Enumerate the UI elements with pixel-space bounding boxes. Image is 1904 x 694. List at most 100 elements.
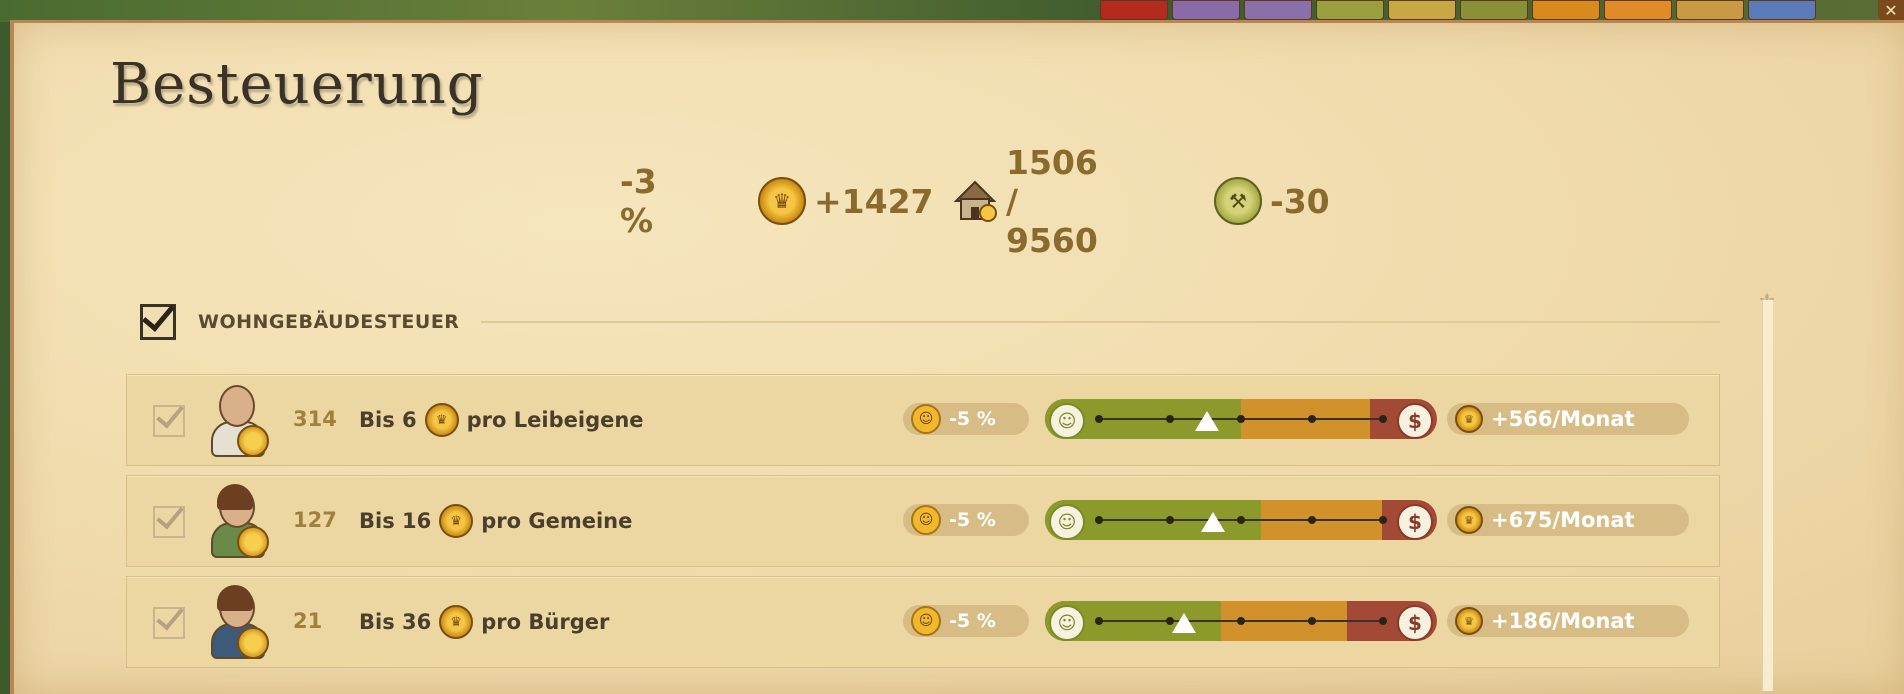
- slider-notch: [1095, 516, 1103, 524]
- peasant-avatar: [207, 383, 269, 457]
- section-header: WOHNGEBÄUDESTEUER: [140, 304, 1720, 340]
- population-count: 127: [293, 508, 337, 532]
- toolbar-icon-9[interactable]: [1676, 0, 1744, 20]
- gold-coin-icon: ♛: [439, 504, 474, 538]
- slider-notch: [1379, 415, 1387, 423]
- tax-row-peasants: 314 Bis 6 ♛ pro Leibeigene ☺ -5 % ☺ $ ♛ …: [126, 374, 1720, 466]
- housing-value: 1506 / 9560: [1006, 142, 1098, 260]
- smile-button-icon[interactable]: ☺: [1049, 605, 1085, 641]
- mood-value: -5 %: [949, 408, 996, 430]
- slider-notch: [1308, 415, 1316, 423]
- scrollbar[interactable]: [1762, 300, 1773, 691]
- mood-badge: ☺ -5 %: [903, 504, 1029, 536]
- income-badge: ♛ +186/Monat: [1447, 605, 1689, 637]
- toolbar-icon-3[interactable]: [1244, 0, 1312, 20]
- dollar-button-icon[interactable]: $: [1397, 504, 1433, 540]
- tax-amount: Bis 6: [359, 408, 417, 432]
- mood-badge: ☺ -5 %: [903, 403, 1029, 435]
- row-checkbox[interactable]: [153, 405, 185, 437]
- toolbar-icon-6[interactable]: [1460, 0, 1528, 20]
- tax-description: Bis 16 ♛ pro Gemeine: [359, 504, 632, 538]
- income-value: +675/Monat: [1491, 508, 1635, 532]
- smile-button-icon[interactable]: ☺: [1049, 504, 1085, 540]
- slider-notch: [1095, 617, 1103, 625]
- slider-notch: [1237, 415, 1245, 423]
- income-value: +566/Monat: [1491, 407, 1635, 431]
- tax-amount: Bis 16: [359, 509, 432, 533]
- slider-notch: [1379, 516, 1387, 524]
- section-checkbox[interactable]: [140, 304, 176, 340]
- mood-value: -5 %: [949, 509, 996, 531]
- gold-income-total: ♛ +1427: [758, 177, 934, 225]
- income-badge: ♛ +566/Monat: [1447, 403, 1689, 435]
- citizen-avatar: [207, 585, 269, 659]
- toolbar-icon-2[interactable]: [1172, 0, 1240, 20]
- happiness-total: ⚒ -30: [1214, 177, 1330, 225]
- coin-badge-icon: [237, 425, 269, 457]
- tax-class: pro Leibeigene: [466, 408, 644, 432]
- avatar-hair: [217, 484, 253, 510]
- slider-notch: [1237, 516, 1245, 524]
- slider-notch: [1308, 516, 1316, 524]
- toolbar-icon-10[interactable]: [1748, 0, 1816, 20]
- gold-coin-icon: ♛: [439, 605, 474, 639]
- smiley-icon: ☺: [911, 404, 941, 434]
- tax-class: pro Bürger: [481, 610, 610, 634]
- tax-row-citizens: 21 Bis 36 ♛ pro Bürger ☺ -5 % ☺ $ ♛ +186…: [126, 576, 1720, 668]
- avatar-head: [219, 385, 255, 427]
- slider-thumb[interactable]: [1200, 512, 1225, 532]
- slider-thumb[interactable]: [1172, 613, 1197, 633]
- slider-notch: [1166, 415, 1174, 423]
- slider-notch: [1308, 617, 1316, 625]
- mood-badge: ☺ -5 %: [903, 605, 1029, 637]
- house-icon: [952, 179, 998, 223]
- close-icon[interactable]: ✕: [1878, 0, 1904, 22]
- population-count: 21: [293, 609, 323, 633]
- gold-income-value: +1427: [814, 181, 934, 221]
- tax-slider[interactable]: ☺ $: [1045, 500, 1437, 540]
- tax-slider[interactable]: ☺ $: [1045, 399, 1437, 439]
- coin-badge-icon: [237, 526, 269, 558]
- tax-description: Bis 36 ♛ pro Bürger: [359, 605, 609, 639]
- income-value: +186/Monat: [1491, 609, 1635, 633]
- tax-row-commoners: 127 Bis 16 ♛ pro Gemeine ☺ -5 % ☺ $ ♛ +6…: [126, 475, 1720, 567]
- row-checkbox[interactable]: [153, 506, 185, 538]
- avatar-hair: [217, 585, 253, 611]
- commoner-avatar: [207, 484, 269, 558]
- smiley-icon: ☺: [911, 505, 941, 535]
- gold-coin-icon: ♛: [424, 403, 459, 437]
- section-label: WOHNGEBÄUDESTEUER: [198, 311, 460, 333]
- smiley-icon: ☺: [911, 606, 941, 636]
- slider-notch: [1166, 516, 1174, 524]
- tax-rate-total: -3 %: [620, 162, 657, 240]
- slider-notch: [1379, 617, 1387, 625]
- smile-button-icon[interactable]: ☺: [1049, 403, 1085, 439]
- slider-thumb[interactable]: [1194, 411, 1219, 431]
- housing-total: 1506 / 9560: [952, 143, 1098, 260]
- tax-rate-value: -3 %: [620, 162, 657, 240]
- toolbar-icon-4[interactable]: [1316, 0, 1384, 20]
- gold-coin-icon: ♛: [758, 177, 806, 225]
- population-count: 314: [293, 407, 337, 431]
- dollar-button-icon[interactable]: $: [1397, 403, 1433, 439]
- toolbar-icon-5[interactable]: [1388, 0, 1456, 20]
- tax-slider[interactable]: ☺ $: [1045, 601, 1437, 641]
- mood-value: -5 %: [949, 610, 996, 632]
- toolbar-icon-8[interactable]: [1604, 0, 1672, 20]
- top-toolbar: [1100, 0, 1816, 20]
- gold-coin-icon: ♛: [1455, 506, 1483, 534]
- slider-notch: [1095, 415, 1103, 423]
- section-divider: [481, 321, 1720, 323]
- toolbar-icon-1[interactable]: [1100, 0, 1168, 20]
- dollar-button-icon[interactable]: $: [1397, 605, 1433, 641]
- tax-description: Bis 6 ♛ pro Leibeigene: [359, 403, 644, 437]
- toolbar-icon-7[interactable]: [1532, 0, 1600, 20]
- anvil-icon: ⚒: [1214, 177, 1262, 225]
- row-checkbox[interactable]: [153, 607, 185, 639]
- gold-coin-icon: ♛: [1455, 607, 1483, 635]
- page-title: Besteuerung: [110, 52, 484, 117]
- tax-amount: Bis 36: [359, 610, 432, 634]
- income-badge: ♛ +675/Monat: [1447, 504, 1689, 536]
- tax-class: pro Gemeine: [481, 509, 633, 533]
- happiness-value: -30: [1270, 181, 1330, 221]
